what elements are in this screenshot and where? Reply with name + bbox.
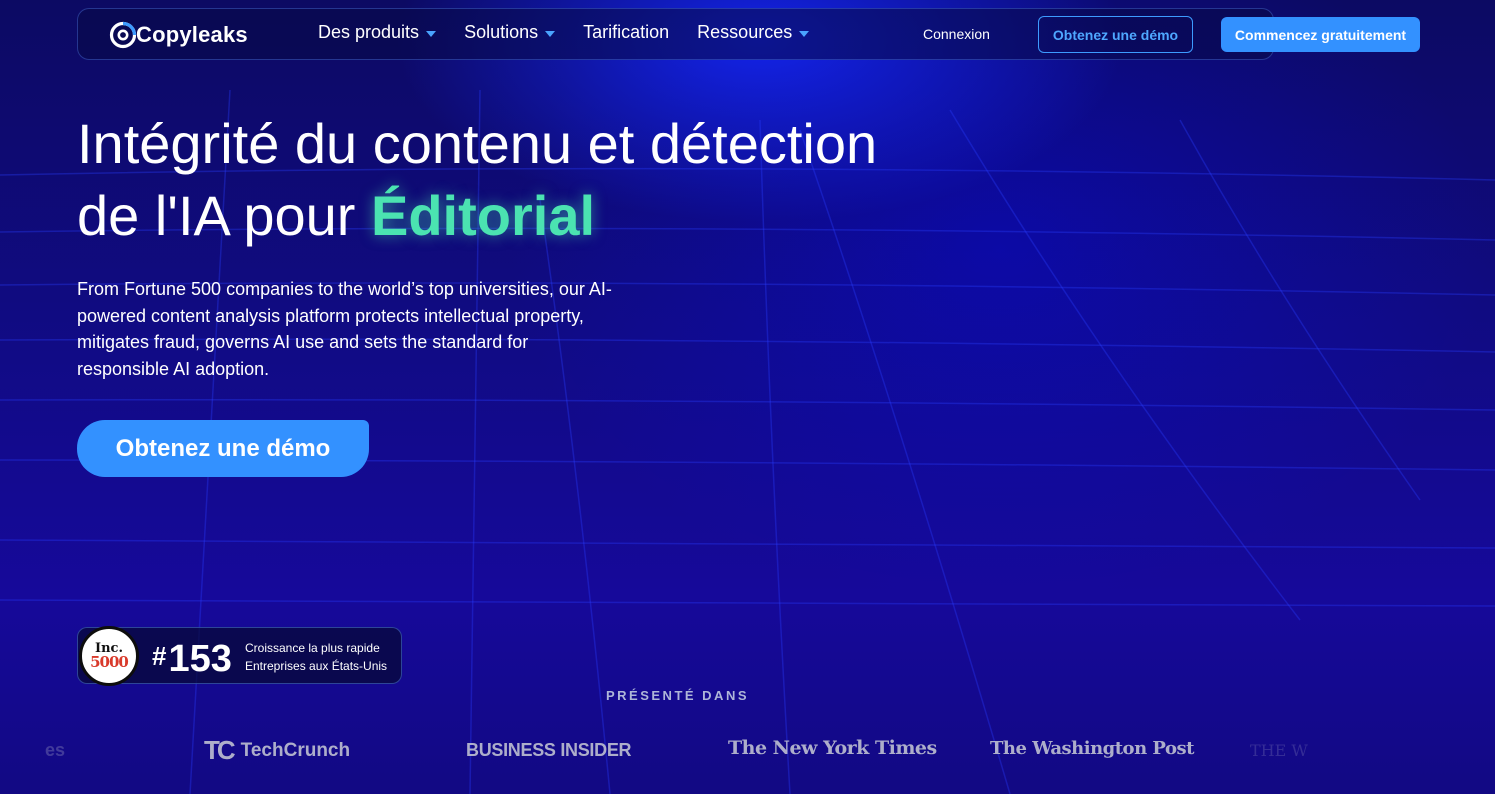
brand-logo[interactable]: Copyleaks (108, 19, 248, 51)
main-menu: Des produits Solutions Tarification Ress… (318, 22, 837, 43)
nav-item-resources[interactable]: Ressources (697, 22, 810, 43)
login-link[interactable]: Connexion (923, 26, 990, 42)
press-logo-text: TechCrunch (240, 739, 351, 761)
hero-demo-button[interactable]: Obtenez une démo (77, 420, 369, 477)
rank-line1: Croissance la plus rapide (245, 641, 380, 655)
caret-down-icon (426, 30, 437, 37)
hero-title: Intégrité du contenu et détection de l'I… (77, 108, 977, 252)
seal-bottom-text: 5000 (90, 653, 129, 671)
nav-item-pricing[interactable]: Tarification (583, 22, 669, 43)
start-free-button[interactable]: Commencez gratuitement (1221, 17, 1420, 52)
press-logo-business-insider: BUSINESS INSIDER (466, 740, 632, 760)
rank-description: Croissance la plus rapide Entreprises au… (245, 639, 387, 675)
press-logo-nyt: The New York Times (728, 737, 937, 759)
press-logo-faded-left: es (45, 740, 66, 760)
nav-item-solutions[interactable]: Solutions (464, 22, 556, 43)
press-label: PRÉSENTÉ DANS (605, 688, 750, 703)
nav-item-label: Tarification (583, 22, 670, 42)
caret-down-icon (799, 30, 810, 37)
hero-title-line1: Intégrité du contenu et détection (77, 112, 878, 175)
brand-name: Copyleaks (136, 22, 248, 47)
inc-5000-seal: Inc. 5000 (79, 626, 139, 686)
nav-demo-button[interactable]: Obtenez une démo (1038, 16, 1193, 53)
nav-item-label: Solutions (464, 22, 539, 42)
press-logo-faded-right: THE W (1250, 741, 1308, 760)
copyleaks-logo-icon (109, 21, 137, 49)
rank-value: #153 (152, 635, 232, 680)
caret-down-icon (545, 30, 556, 37)
press-logo-techcrunch: TC TechCrunch (204, 735, 350, 766)
press-logo-washington-post: The Washington Post (990, 738, 1194, 759)
hero-description: From Fortune 500 companies to the world’… (77, 279, 612, 379)
rank-number: 153 (168, 638, 232, 680)
nav-item-products[interactable]: Des produits (318, 22, 437, 43)
rank-line2: Entreprises aux États-Unis (245, 659, 388, 673)
hero-title-accent: Éditorial (371, 184, 596, 247)
nav-item-label: Ressources (697, 22, 793, 42)
nav-item-label: Des produits (318, 22, 420, 42)
rank-hash: # (152, 641, 167, 671)
techcrunch-mark-icon: TC (204, 735, 236, 765)
hero-title-line2-prefix: de l'IA pour (77, 184, 371, 247)
